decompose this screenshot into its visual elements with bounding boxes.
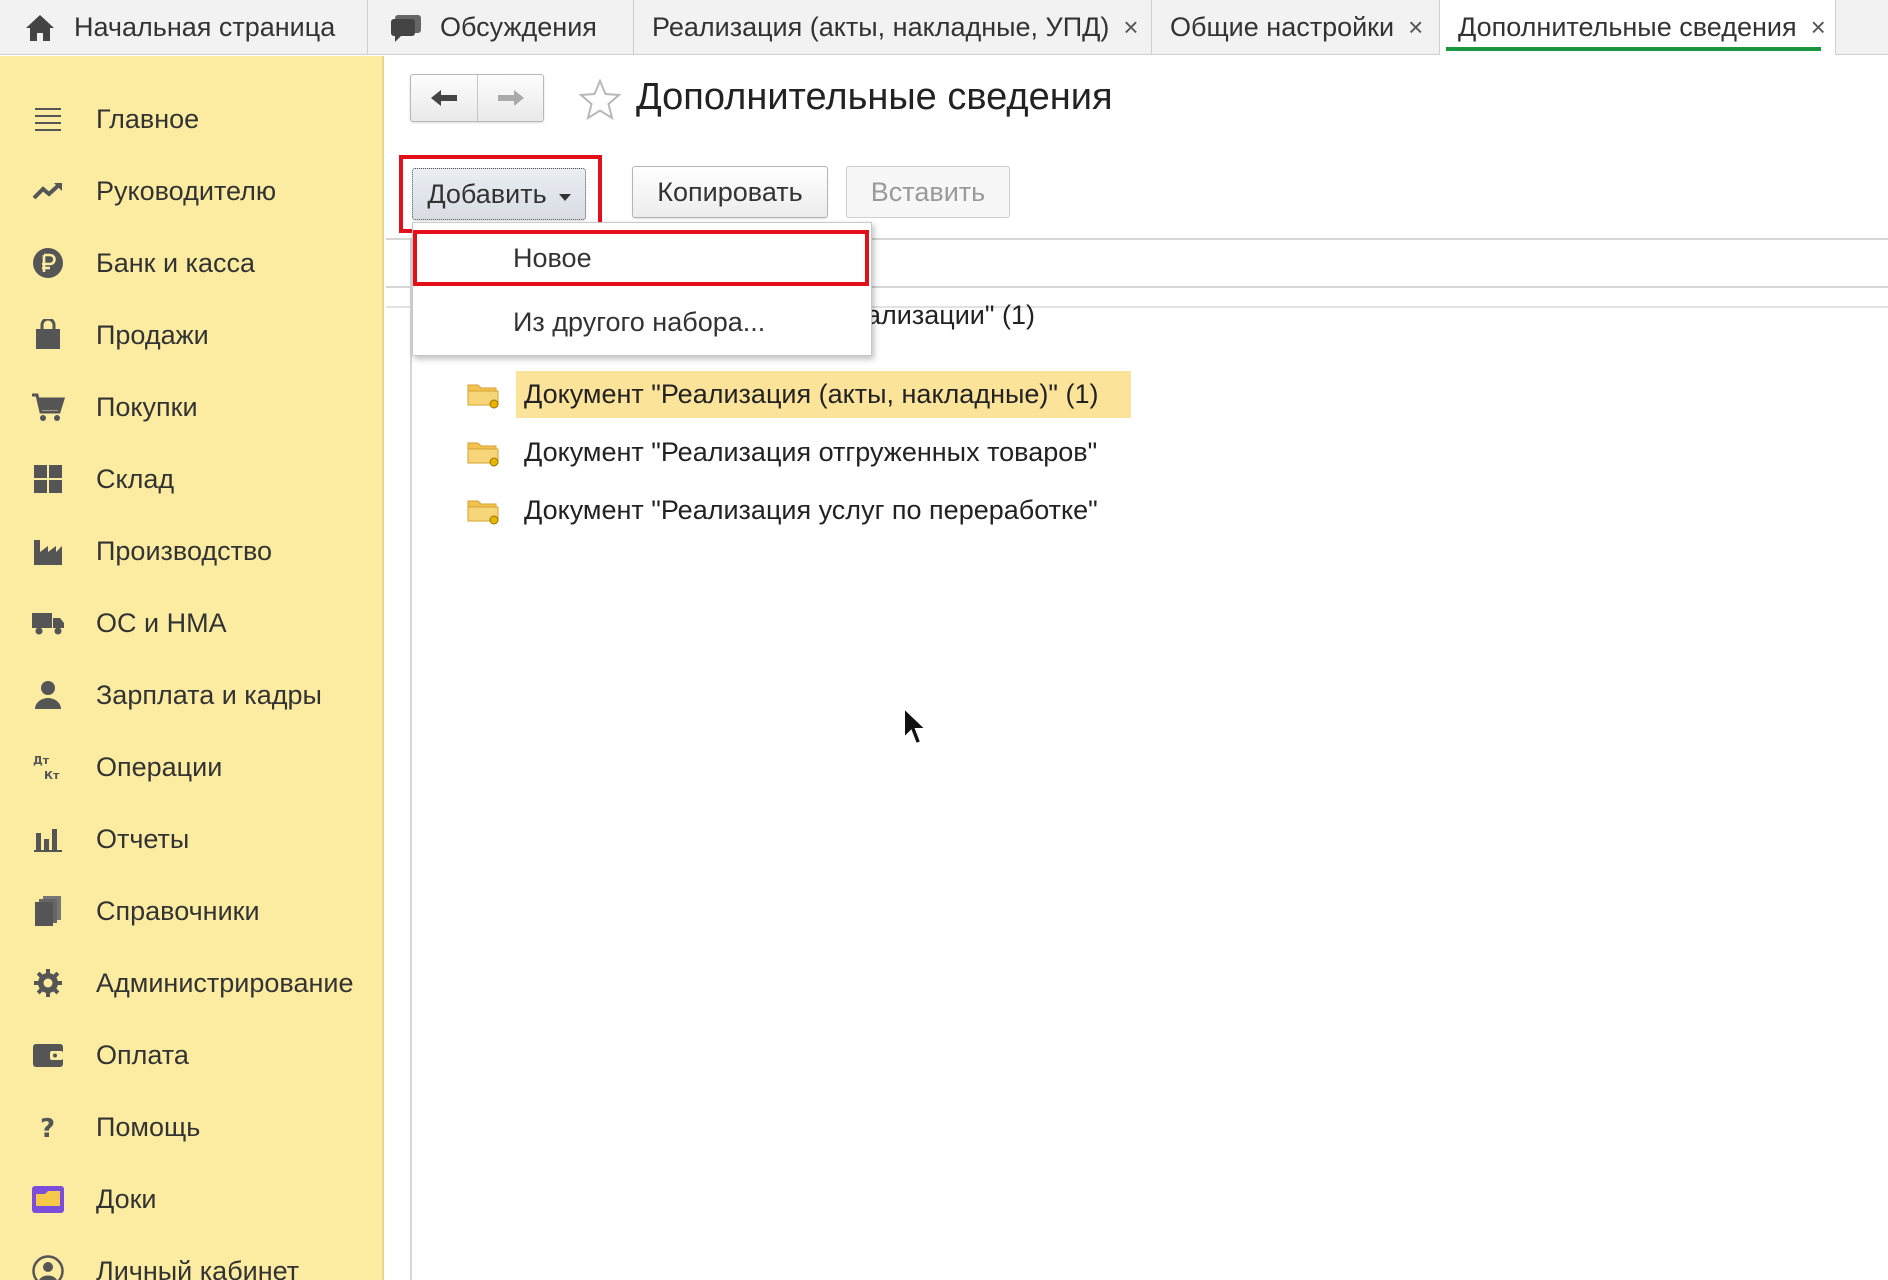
user-circle-icon — [31, 1254, 65, 1280]
arrow-right-icon — [497, 90, 524, 106]
sidebar-item-warehouse[interactable]: Склад — [0, 449, 384, 509]
close-icon[interactable]: × — [1408, 12, 1423, 43]
books-icon — [31, 894, 65, 928]
tab-label: Дополнительные сведения — [1458, 12, 1797, 42]
sidebar: Главное Руководителю Банк и касса Продаж… — [0, 56, 384, 1280]
tree-row-label: Документ "Реализация отгруженных товаров… — [524, 436, 1098, 467]
sidebar-item-label: Зарплата и кадры — [96, 679, 322, 710]
sidebar-item-docs[interactable]: Доки — [0, 1169, 384, 1229]
sidebar-item-references[interactable]: Справочники — [0, 881, 384, 941]
list-left-border — [410, 238, 412, 1280]
sidebar-item-manager[interactable]: Руководителю — [0, 161, 384, 221]
sidebar-item-fixed-assets[interactable]: ОС и НМА — [0, 593, 384, 653]
sidebar-item-label: Операции — [96, 751, 223, 782]
sidebar-item-administration[interactable]: Администрирование — [0, 953, 384, 1013]
sidebar-item-salary[interactable]: Зарплата и кадры — [0, 665, 384, 725]
sidebar-item-operations[interactable]: Дт Кт Операции — [0, 737, 384, 797]
sidebar-item-label: Администрирование — [96, 967, 354, 998]
sidebar-item-label: Отчеты — [96, 823, 190, 854]
forward-button[interactable] — [477, 75, 543, 121]
history-nav — [410, 74, 544, 122]
sidebar-item-label: Руководителю — [96, 175, 277, 206]
sidebar-item-production[interactable]: Производство — [0, 521, 384, 581]
trend-icon — [31, 174, 65, 208]
menu-item-from-other-set[interactable]: Из другого набора... — [413, 297, 873, 347]
sidebar-item-label: Справочники — [96, 895, 260, 926]
sidebar-item-label: Склад — [96, 463, 175, 494]
folder-icon — [467, 384, 499, 409]
ruble-coin-icon — [31, 246, 65, 280]
sidebar-item-purchases[interactable]: Покупки — [0, 377, 384, 437]
tree-row[interactable]: Документ "Реализация отгруженных товаров… — [466, 424, 1105, 480]
cart-icon — [31, 390, 65, 424]
folder-icon — [467, 442, 499, 467]
tab-label: Реализация (акты, накладные, УПД) — [652, 12, 1110, 42]
tab-label: Обсуждения — [440, 12, 597, 42]
main-content: Дополнительные сведения Добавить Копиров… — [386, 56, 1888, 1280]
sidebar-item-main[interactable]: Главное — [0, 89, 384, 149]
sidebar-item-label: Продажи — [96, 319, 209, 350]
sidebar-item-label: Банк и касса — [96, 247, 255, 278]
gear-icon — [31, 966, 65, 1000]
factory-icon — [31, 534, 65, 568]
tab-bar: Начальная страница Обсуждения Реализация… — [0, 0, 1888, 55]
home-icon — [20, 8, 60, 48]
tab-additional-info[interactable]: Дополнительные сведения × — [1440, 0, 1836, 55]
sidebar-item-label: Помощь — [96, 1111, 201, 1142]
tree-row-label: Документ "Реализация услуг по переработк… — [524, 494, 1098, 525]
paste-button-label: Вставить — [870, 176, 986, 207]
dt-kt-icon: Дт Кт — [31, 750, 65, 784]
sidebar-item-bank[interactable]: Банк и касса — [0, 233, 384, 293]
arrow-left-icon — [431, 90, 457, 106]
sidebar-item-label: Личный кабинет — [96, 1255, 300, 1280]
tab-realization[interactable]: Реализация (акты, накладные, УПД) × — [634, 0, 1152, 55]
svg-text:Дт: Дт — [33, 754, 50, 767]
tree-row-label: Документ "Реализация (акты, накладные)" … — [516, 370, 1131, 418]
tree-row-partial[interactable]: ализации" (1) — [866, 300, 1035, 331]
copy-button[interactable]: Копировать — [632, 166, 828, 218]
chat-icon — [386, 8, 426, 48]
highlight-frame-new — [413, 230, 869, 286]
svg-text:Кт: Кт — [44, 769, 60, 782]
question-icon: ? — [31, 1110, 65, 1144]
mouse-cursor-icon — [903, 706, 929, 746]
back-button[interactable] — [411, 75, 477, 121]
active-tab-indicator — [1446, 47, 1821, 51]
page-title: Дополнительные сведения — [636, 76, 1113, 118]
shopping-bag-icon — [31, 318, 65, 352]
close-icon[interactable]: × — [1123, 12, 1138, 43]
sidebar-item-label: Главное — [96, 103, 200, 134]
truck-icon — [31, 606, 65, 640]
bar-chart-icon — [31, 822, 65, 856]
sidebar-item-help[interactable]: ? Помощь — [0, 1097, 384, 1157]
sidebar-item-payment[interactable]: Оплата — [0, 1025, 384, 1085]
tree-row[interactable]: Документ "Реализация (акты, накладные)" … — [466, 366, 1131, 422]
folder-icon — [467, 500, 499, 525]
sidebar-item-account[interactable]: Личный кабинет — [0, 1241, 384, 1280]
menu-icon — [31, 102, 65, 136]
sidebar-item-label: Производство — [96, 535, 273, 566]
person-icon — [31, 678, 65, 712]
sidebar-item-sales[interactable]: Продажи — [0, 305, 384, 365]
tab-general-settings[interactable]: Общие настройки × — [1152, 0, 1440, 55]
tab-discussions[interactable]: Обсуждения — [368, 0, 634, 55]
warehouse-grid-icon — [31, 462, 65, 496]
favorite-star-icon[interactable] — [578, 78, 622, 122]
tab-label: Начальная страница — [74, 12, 336, 42]
docs-folder-icon — [31, 1182, 65, 1216]
paste-button: Вставить — [846, 166, 1010, 218]
sidebar-item-label: Оплата — [96, 1039, 189, 1070]
tab-label: Общие настройки — [1170, 12, 1395, 42]
copy-button-label: Копировать — [657, 176, 803, 207]
sidebar-item-label: ОС и НМА — [96, 607, 227, 638]
sidebar-item-reports[interactable]: Отчеты — [0, 809, 384, 869]
svg-text:?: ? — [40, 1114, 55, 1142]
close-icon[interactable]: × — [1811, 12, 1826, 43]
sidebar-item-label: Покупки — [96, 391, 198, 422]
tab-home[interactable]: Начальная страница — [0, 0, 368, 55]
sidebar-item-label: Доки — [96, 1183, 157, 1214]
wallet-icon — [31, 1038, 65, 1072]
tree-row[interactable]: Документ "Реализация услуг по переработк… — [466, 482, 1106, 538]
